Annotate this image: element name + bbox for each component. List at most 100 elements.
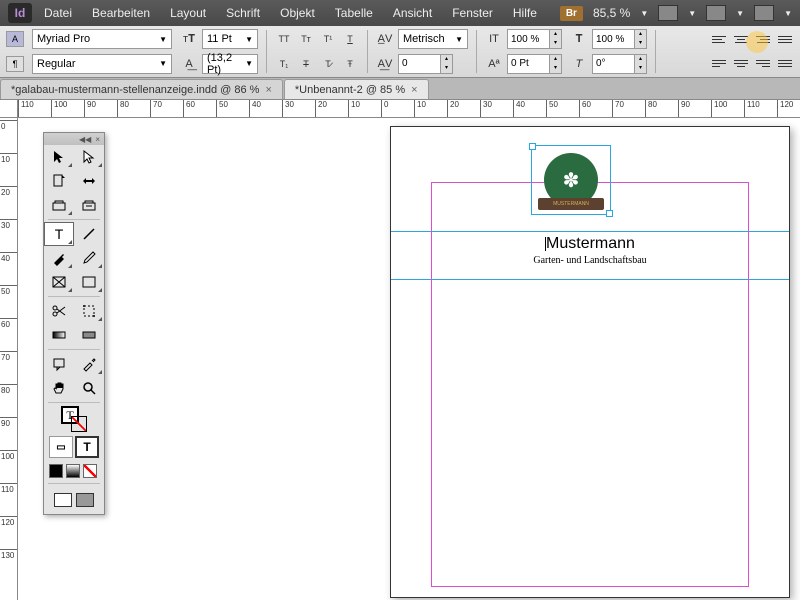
skew-input[interactable]: 0°▴▾: [592, 54, 647, 74]
leading-icon: A͟: [180, 55, 198, 73]
small-caps-button[interactable]: Tᴛ: [297, 31, 315, 47]
document-tab[interactable]: *Unbenannt-2 @ 85 %×: [284, 79, 429, 99]
leading-select[interactable]: (13,2 Pt)▼: [202, 54, 258, 74]
menu-schrift[interactable]: Schrift: [218, 2, 268, 24]
svg-text:T: T: [55, 226, 64, 242]
free-transform-tool[interactable]: [74, 299, 104, 323]
chevron-down-icon[interactable]: ▼: [736, 9, 744, 18]
apply-none-button[interactable]: [83, 464, 97, 478]
arrange-icon[interactable]: [754, 5, 774, 21]
baseline-icon: Aª: [485, 55, 503, 73]
close-icon[interactable]: ×: [95, 135, 100, 144]
document-tab[interactable]: *galabau-mustermann-stellenanzeige.indd …: [0, 79, 283, 99]
vscale-input[interactable]: 100 %▴▾: [507, 29, 562, 49]
apply-gradient-button[interactable]: [66, 464, 80, 478]
direct-selection-tool[interactable]: [74, 145, 104, 169]
screen-mode-icon[interactable]: [706, 5, 726, 21]
content-placer-tool[interactable]: [74, 193, 104, 217]
formatting-container-button[interactable]: ▭: [49, 436, 73, 458]
note-tool[interactable]: [44, 352, 74, 376]
page-tool[interactable]: [44, 169, 74, 193]
horizontal-ruler[interactable]: 1101009080706050403020100102030405060708…: [18, 100, 800, 118]
justify-left-button[interactable]: [710, 57, 728, 71]
menu-bar: Id Datei Bearbeiten Layout Schrift Objek…: [0, 0, 800, 26]
view-options-icon[interactable]: [658, 5, 678, 21]
type-tool[interactable]: T: [44, 222, 74, 246]
kerning-icon: A̲V: [376, 30, 394, 48]
font-size-select[interactable]: 11 Pt▼: [202, 29, 258, 49]
pencil-tool[interactable]: [74, 246, 104, 270]
paragraph-mode-button[interactable]: ¶: [6, 56, 24, 72]
hscale-icon: 𝐓: [570, 30, 588, 48]
eyedropper-tool[interactable]: [74, 352, 104, 376]
vscale-icon: IT: [485, 30, 503, 48]
apply-color-button[interactable]: [49, 464, 63, 478]
view-mode-buttons[interactable]: [44, 486, 104, 514]
kerning-select[interactable]: Metrisch▼: [398, 29, 468, 49]
menu-datei[interactable]: Datei: [36, 2, 80, 24]
align-justify-button[interactable]: [776, 32, 794, 46]
gradient-swatch-tool[interactable]: [44, 323, 74, 347]
bridge-badge[interactable]: Br: [560, 6, 583, 21]
document-page[interactable]: ✽ MUSTERMANN Mustermann Garten- und Land…: [390, 126, 790, 598]
close-icon[interactable]: ×: [265, 84, 271, 96]
ligature-button[interactable]: T̷: [319, 56, 337, 72]
menu-hilfe[interactable]: Hilfe: [505, 2, 545, 24]
all-caps-button[interactable]: TT: [275, 31, 293, 47]
chevron-down-icon[interactable]: ▼: [640, 9, 648, 18]
fill-stroke-swap[interactable]: T: [44, 405, 104, 433]
character-mode-button[interactable]: A: [6, 31, 24, 47]
collapse-icon[interactable]: ◀◀: [79, 135, 91, 144]
pen-tool[interactable]: [44, 246, 74, 270]
font-size-icon: т𝐓: [180, 30, 198, 48]
close-icon[interactable]: ×: [411, 84, 417, 96]
tools-panel: ◀◀ × T: [43, 132, 105, 515]
app-icon: Id: [8, 3, 32, 23]
hscale-input[interactable]: 100 %▴▾: [592, 29, 647, 49]
zoom-tool[interactable]: [74, 376, 104, 400]
menu-ansicht[interactable]: Ansicht: [385, 2, 440, 24]
font-style-select[interactable]: Regular▼: [32, 54, 172, 74]
line-tool[interactable]: [74, 222, 104, 246]
baseline-input[interactable]: 0 Pt▴▾: [507, 54, 562, 74]
justify-right-button[interactable]: [754, 57, 772, 71]
chevron-down-icon[interactable]: ▼: [784, 9, 792, 18]
no-break-button[interactable]: Ŧ: [341, 56, 359, 72]
panel-header[interactable]: ◀◀ ×: [44, 133, 104, 145]
gradient-feather-tool[interactable]: [74, 323, 104, 347]
gap-tool[interactable]: [74, 169, 104, 193]
menu-bearbeiten[interactable]: Bearbeiten: [84, 2, 158, 24]
tracking-icon: A͟V: [376, 55, 394, 73]
ruler-origin[interactable]: [0, 100, 18, 118]
menu-objekt[interactable]: Objekt: [272, 2, 323, 24]
canvas[interactable]: ◀◀ × T: [18, 118, 800, 600]
align-left-button[interactable]: [710, 32, 728, 46]
text-frame[interactable]: Mustermann Garten- und Landschaftsbau: [391, 235, 789, 266]
menu-layout[interactable]: Layout: [162, 2, 214, 24]
superscript-button[interactable]: T¹: [319, 31, 337, 47]
formatting-text-button[interactable]: T: [75, 436, 99, 458]
strikethrough-button[interactable]: T: [297, 56, 315, 72]
logo-frame[interactable]: ✽ MUSTERMANN: [531, 145, 611, 215]
menu-tabelle[interactable]: Tabelle: [327, 2, 381, 24]
logo-banner-text: MUSTERMANN: [538, 198, 604, 210]
tracking-input[interactable]: 0▴▾: [398, 54, 453, 74]
underline-button[interactable]: T: [341, 31, 359, 47]
zoom-level[interactable]: 85,5 %: [593, 6, 630, 20]
selection-tool[interactable]: [44, 145, 74, 169]
vertical-ruler[interactable]: 0102030405060708090100110120130: [0, 118, 18, 600]
tree-icon: ✽: [563, 168, 580, 193]
font-family-select[interactable]: Myriad Pro▼: [32, 29, 172, 49]
document-tabs: *galabau-mustermann-stellenanzeige.indd …: [0, 78, 800, 100]
rectangle-frame-tool[interactable]: [44, 270, 74, 294]
rectangle-tool[interactable]: [74, 270, 104, 294]
menu-fenster[interactable]: Fenster: [444, 2, 501, 24]
content-collector-tool[interactable]: [44, 193, 74, 217]
hand-tool[interactable]: [44, 376, 74, 400]
subscript-button[interactable]: T₁: [275, 56, 293, 72]
scissors-tool[interactable]: [44, 299, 74, 323]
justify-all-button[interactable]: [776, 57, 794, 71]
justify-center-button[interactable]: [732, 57, 750, 71]
highlight-indicator: [746, 31, 768, 53]
chevron-down-icon[interactable]: ▼: [688, 9, 696, 18]
